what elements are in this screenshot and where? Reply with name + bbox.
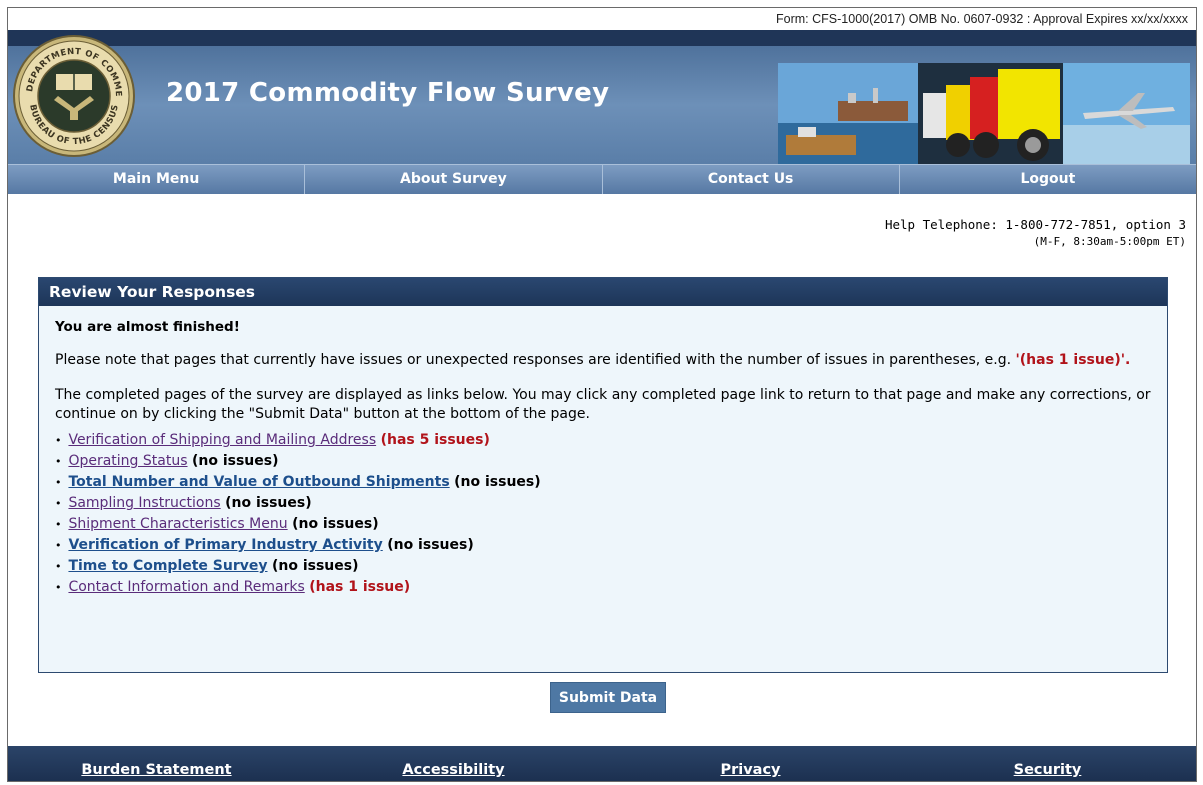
panel-heading: Review Your Responses: [39, 278, 1167, 306]
footer-links: Burden Statement Accessibility Privacy S…: [8, 746, 1196, 781]
link-contact-information[interactable]: Contact Information and Remarks: [68, 579, 304, 595]
link-operating-status[interactable]: Operating Status: [68, 453, 187, 469]
list-item: • Verification of Shipping and Mailing A…: [55, 432, 490, 448]
list-item: • Sampling Instructions (no issues): [55, 495, 312, 511]
census-seal-logo: U.S. DEPARTMENT OF COMMERCE BUREAU OF TH…: [8, 30, 135, 157]
status-badge: (no issues): [387, 537, 474, 553]
issue-example: '(has 1 issue)'.: [1015, 352, 1131, 368]
footer-privacy[interactable]: Privacy: [602, 746, 899, 781]
almost-finished-text: You are almost finished!: [55, 319, 240, 335]
issues-note: Please note that pages that currently ha…: [55, 352, 1131, 368]
status-badge: (no issues): [191, 453, 279, 469]
header-banner: U.S. DEPARTMENT OF COMMERCE BUREAU OF TH…: [8, 30, 1196, 164]
help-hours: (M-F, 8:30am-5:00pm ET): [1033, 235, 1186, 248]
airplane-photo: [1063, 63, 1190, 164]
list-item: • Operating Status (no issues): [55, 453, 279, 469]
trucks-photo: [918, 63, 1063, 164]
list-item: • Time to Complete Survey (no issues): [55, 558, 359, 574]
review-panel: Review Your Responses You are almost fin…: [38, 277, 1168, 673]
form-identifier: Form: CFS-1000(2017) OMB No. 0607-0932 :…: [8, 8, 1196, 30]
submit-data-button[interactable]: Submit Data: [550, 682, 666, 713]
help-telephone: Help Telephone: 1-800-772-7851, option 3: [884, 217, 1186, 232]
page-frame: Form: CFS-1000(2017) OMB No. 0607-0932 :…: [7, 7, 1197, 782]
link-shipment-characteristics[interactable]: Shipment Characteristics Menu: [68, 516, 287, 532]
list-item: • Contact Information and Remarks (has 1…: [55, 579, 411, 595]
status-badge: (has 5 issues): [380, 432, 490, 448]
footer-burden-statement[interactable]: Burden Statement: [8, 746, 305, 781]
nav-contact-us[interactable]: Contact Us: [603, 165, 900, 194]
link-sampling-instructions[interactable]: Sampling Instructions: [68, 495, 220, 511]
nav-main-menu[interactable]: Main Menu: [8, 165, 306, 194]
main-nav: Main Menu About Survey Contact Us Logout: [8, 164, 1196, 194]
survey-title: 2017 Commodity Flow Survey: [166, 78, 610, 108]
status-badge: (has 1 issue): [309, 579, 411, 595]
footer-accessibility[interactable]: Accessibility: [305, 746, 602, 781]
status-badge: (no issues): [271, 558, 359, 574]
ship-port-photo: [778, 63, 918, 164]
panel-body: You are almost finished! Please note tha…: [39, 306, 1167, 598]
link-verification-shipping-mailing[interactable]: Verification of Shipping and Mailing Add…: [68, 432, 376, 448]
nav-logout[interactable]: Logout: [900, 165, 1196, 194]
status-badge: (no issues): [292, 516, 379, 532]
list-item: • Total Number and Value of Outbound Shi…: [55, 474, 541, 490]
list-item: • Verification of Primary Industry Activ…: [55, 537, 474, 553]
link-primary-industry-activity[interactable]: Verification of Primary Industry Activit…: [68, 537, 382, 553]
nav-about-survey[interactable]: About Survey: [305, 165, 603, 194]
status-badge: (no issues): [225, 495, 312, 511]
completed-pages-text: The completed pages of the survey are di…: [55, 387, 1151, 422]
help-info: Help Telephone: 1-800-772-7851, option 3…: [885, 216, 1186, 250]
footer-security[interactable]: Security: [899, 746, 1196, 781]
completed-page-links: • Verification of Shipping and Mailing A…: [55, 430, 1151, 598]
list-item: • Shipment Characteristics Menu (no issu…: [55, 516, 379, 532]
status-badge: (no issues): [454, 474, 541, 490]
header-photo-strip: [778, 63, 1190, 164]
link-total-outbound-shipments[interactable]: Total Number and Value of Outbound Shipm…: [68, 474, 449, 490]
link-time-to-complete[interactable]: Time to Complete Survey: [68, 558, 267, 574]
